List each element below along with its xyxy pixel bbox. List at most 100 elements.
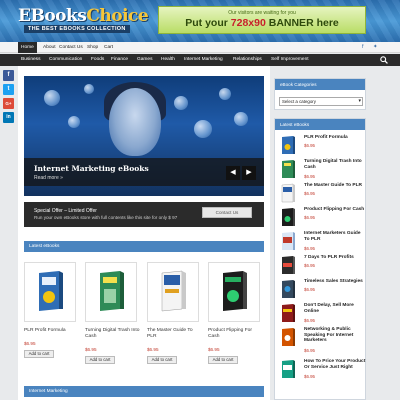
sidebar-product-title[interactable]: The Master Guide To PLR — [304, 183, 366, 189]
product-name[interactable]: Product Flipping For Cash — [208, 328, 264, 340]
add-to-cart-button[interactable]: Add to cart — [147, 356, 177, 364]
category-relationships[interactable]: Relationships — [233, 54, 262, 66]
sidebar-product-item[interactable]: Don't Delay, Sell More Online $6.95 — [279, 303, 365, 325]
category-games[interactable]: Games — [137, 54, 152, 66]
slider-title[interactable]: Internet Marketing eBooks — [34, 164, 149, 173]
sidebar-product-title[interactable]: Internet Marketers Guide To PLR — [304, 231, 366, 242]
sidebar-product-item[interactable]: 7 Days To PLR Profits $6.95 — [279, 255, 365, 277]
product-name[interactable]: The Master Guide To PLR — [147, 328, 203, 340]
product-card: PLR Profit Formula $6.95 Add to cart — [24, 262, 79, 372]
sidebar-product-price: $6.95 — [304, 174, 315, 179]
category-internet-marketing[interactable]: Internet Marketing — [184, 54, 223, 66]
featured-slider[interactable]: Internet Marketing eBooks Read more » ◀ … — [24, 76, 264, 196]
app-bubble — [174, 96, 188, 110]
share-twitter-icon[interactable]: t — [3, 84, 14, 95]
sidebar-product-price: $6.95 — [304, 318, 315, 323]
add-to-cart-button[interactable]: Add to cart — [85, 356, 115, 364]
twitter-icon[interactable]: ✦ — [373, 44, 378, 50]
sidebar-product-item[interactable]: Networking & Public Speaking For Interne… — [279, 327, 366, 353]
category-bar: Business Communication Foods Finance Gam… — [0, 54, 400, 66]
banner-top-text: Our visitors are waiting for you — [228, 10, 296, 16]
slider-prev-icon[interactable]: ◀ — [226, 166, 240, 180]
ebook-cover-icon — [223, 271, 247, 311]
sidebar-product-item[interactable]: The Master Guide To PLR $6.95 — [279, 183, 365, 205]
latest-ebooks-heading: Latest eBooks — [24, 241, 264, 252]
sidebar-product-item[interactable]: Internet Marketers Guide To PLR $6.95 — [279, 231, 365, 253]
sidebar-product-title[interactable]: Networking & Public Speaking For Interne… — [304, 327, 366, 344]
offer-text: Run your own eBooks store with full cont… — [34, 215, 178, 220]
nav-contact-us[interactable]: Contact Us — [56, 42, 86, 53]
slider-next-icon[interactable]: ▶ — [242, 166, 256, 180]
latest-ebooks-widget: Latest eBooks PLR Profit Formula $6.95 T… — [274, 118, 366, 400]
sidebar-product-price: $6.95 — [304, 263, 315, 268]
share-linkedin-icon[interactable]: in — [3, 112, 14, 123]
slider-read-more[interactable]: Read more » — [34, 175, 63, 181]
app-bubble — [234, 112, 248, 126]
add-to-cart-button[interactable]: Add to cart — [208, 356, 238, 364]
sidebar-product-item[interactable]: PLR Profit Formula $6.95 — [279, 135, 365, 157]
internet-marketing-heading: Internet Marketing — [24, 386, 264, 397]
sidebar-product-title[interactable]: 7 Days To PLR Profits — [304, 255, 366, 261]
product-image[interactable] — [85, 262, 137, 322]
category-self-improvement[interactable]: Self Improvement — [271, 54, 309, 66]
sidebar-product-price: $6.95 — [304, 143, 315, 148]
share-facebook-icon[interactable]: f — [3, 70, 14, 81]
product-card: The Master Guide To PLR $6.95 Add to car… — [147, 262, 202, 372]
share-googleplus-icon[interactable]: G+ — [3, 98, 14, 109]
sidebar-product-title[interactable]: Timeless Sales Strategies — [304, 279, 366, 285]
sidebar-product-price: $6.95 — [304, 348, 315, 353]
sidebar-product-title[interactable]: Don't Delay, Sell More Online — [304, 303, 366, 314]
product-image[interactable] — [24, 262, 76, 322]
ebook-cover-icon — [161, 270, 186, 312]
category-foods[interactable]: Foods — [91, 54, 104, 66]
product-image[interactable] — [147, 262, 199, 322]
categories-widget: eBook Categories Select a category — [274, 78, 366, 110]
sidebar-product-item[interactable]: Product Flipping For Cash $6.95 — [279, 207, 365, 229]
categories-widget-heading: eBook Categories — [275, 79, 365, 90]
category-select[interactable]: Select a category — [279, 97, 363, 106]
sidebar-product-title[interactable]: Turning Digital Trash Into Cash — [304, 159, 366, 170]
sidebar-product-title[interactable]: How To Price Your Product Or Service Jus… — [304, 359, 366, 370]
product-price: $6.95 — [208, 347, 220, 352]
category-health[interactable]: Health — [161, 54, 175, 66]
product-image[interactable] — [208, 262, 260, 322]
ebook-thumbnail-icon — [281, 183, 295, 203]
ebook-thumbnail-icon — [282, 304, 295, 322]
product-price: $6.95 — [147, 347, 159, 352]
search-icon[interactable] — [380, 56, 388, 64]
app-bubble — [84, 84, 94, 94]
product-name[interactable]: PLR Profit Formula — [24, 328, 80, 334]
ebook-thumbnail-icon — [282, 160, 295, 178]
sidebar-product-title[interactable]: PLR Profit Formula — [304, 135, 366, 141]
portrait-face — [109, 88, 161, 156]
app-bubble — [44, 90, 60, 106]
ebook-thumbnail-icon — [282, 360, 295, 378]
special-offer: Special Offer – Limited Offer Run your o… — [24, 202, 264, 227]
sidebar-product-price: $6.95 — [304, 215, 315, 220]
category-communication[interactable]: Communication — [49, 54, 82, 66]
ebook-thumbnail-icon — [282, 280, 295, 298]
site-header: EBooksChoice THE BEST EBOOKS COLLECTION … — [0, 0, 400, 42]
sidebar-product-price: $6.95 — [304, 287, 315, 292]
ad-banner[interactable]: Our visitors are waiting for you Put you… — [158, 6, 366, 34]
product-card: Turning Digital Trash Into Cash $6.95 Ad… — [85, 262, 140, 372]
sidebar-product-item[interactable]: Timeless Sales Strategies $6.95 — [279, 279, 365, 301]
add-to-cart-button[interactable]: Add to cart — [24, 350, 54, 358]
sidebar-product-item[interactable]: Turning Digital Trash Into Cash $6.95 — [279, 159, 365, 181]
ebook-thumbnail-icon — [282, 208, 295, 226]
top-nav: Home About Contact Us Shop Cart f ✦ — [0, 42, 400, 53]
category-business[interactable]: Business — [21, 54, 40, 66]
site-logo[interactable]: EBooksChoice THE BEST EBOOKS COLLECTION — [18, 6, 168, 36]
nav-shop[interactable]: Shop — [84, 42, 101, 53]
nav-home[interactable]: Home — [18, 42, 37, 53]
app-bubble — [68, 116, 80, 128]
product-name[interactable]: Turning Digital Trash Into Cash — [85, 328, 141, 340]
ebook-thumbnail-icon — [282, 232, 295, 250]
sidebar-product-item[interactable]: How To Price Your Product Or Service Jus… — [279, 359, 365, 381]
facebook-icon[interactable]: f — [362, 44, 364, 50]
slider-caption: Internet Marketing eBooks Read more » ◀ … — [24, 158, 264, 186]
sidebar-product-title[interactable]: Product Flipping For Cash — [304, 207, 366, 213]
nav-cart[interactable]: Cart — [101, 42, 116, 53]
category-finance[interactable]: Finance — [111, 54, 128, 66]
contact-us-button[interactable]: Contact Us — [202, 207, 252, 218]
